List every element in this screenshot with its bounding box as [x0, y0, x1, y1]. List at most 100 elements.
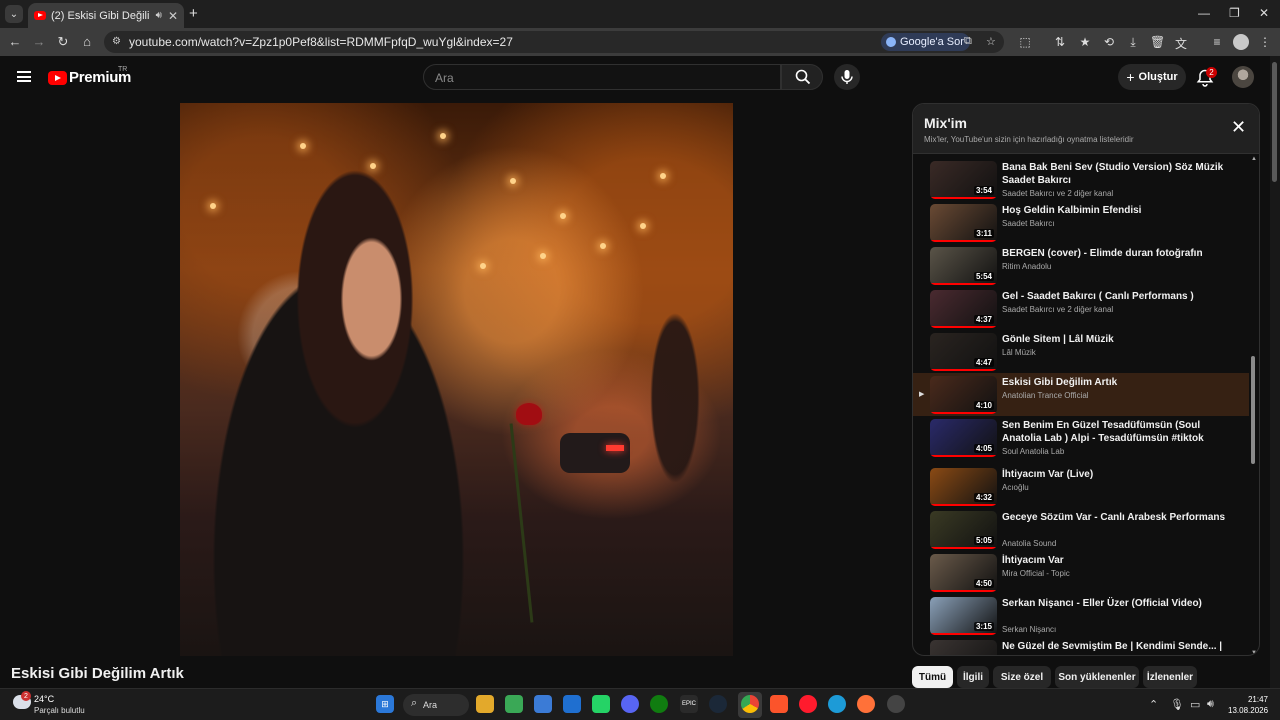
- playlist-item[interactable]: 4:50 İhtiyacım Var Mira Official - Topic: [913, 551, 1249, 594]
- video-thumbnail[interactable]: [930, 640, 997, 655]
- brave-icon[interactable]: [770, 695, 788, 713]
- close-playlist-icon[interactable]: ✕: [1231, 118, 1246, 136]
- playlist-item[interactable]: 4:32 İhtiyacım Var (Live) Acıoğlu: [913, 465, 1249, 508]
- file-explorer-icon[interactable]: [476, 695, 494, 713]
- playlist-title[interactable]: Mix'im: [924, 115, 967, 131]
- playlist-item[interactable]: 3:15 Serkan Nişancı - Eller Üzer (Officia…: [913, 594, 1249, 637]
- firefox-icon[interactable]: [857, 695, 875, 713]
- reload-icon[interactable]: ↻: [55, 34, 71, 50]
- playlist-item-title[interactable]: İhtiyacım Var: [1002, 554, 1227, 567]
- chrome-icon[interactable]: [741, 695, 759, 713]
- bookmark-star-icon[interactable]: ☆: [986, 35, 996, 48]
- store-icon[interactable]: [534, 695, 552, 713]
- video-thumbnail[interactable]: 4:10: [930, 376, 997, 414]
- reading-list-icon[interactable]: ≡: [1210, 35, 1224, 49]
- address-bar[interactable]: ⚙ youtube.com/watch?v=Zpz1p0Pef8&list=RD…: [104, 31, 1004, 53]
- create-button[interactable]: + Oluştur: [1118, 64, 1186, 90]
- video-thumbnail[interactable]: 4:32: [930, 468, 997, 506]
- maximize-icon[interactable]: ❐: [1229, 6, 1240, 20]
- extensions-icon[interactable]: ⬚: [1018, 35, 1032, 49]
- playlist-scrollbar[interactable]: ▲ ▼: [1249, 156, 1259, 655]
- window-close-icon[interactable]: ✕: [1259, 6, 1269, 20]
- filter-chip[interactable]: Son yüklenenler: [1055, 666, 1139, 688]
- translate-icon[interactable]: 文: [1174, 35, 1188, 52]
- history-icon[interactable]: ⟲: [1102, 35, 1116, 49]
- playlist-item[interactable]: 3:54 Bana Bak Beni Sev (Studio Version) S…: [913, 158, 1249, 201]
- scrollbar-thumb[interactable]: [1251, 356, 1255, 464]
- playlist-item[interactable]: ▶ 4:10 Eskisi Gibi Değilim Artık Anatolian …: [913, 373, 1249, 416]
- forward-icon[interactable]: →: [31, 34, 47, 49]
- page-scrollbar[interactable]: [1270, 56, 1280, 688]
- windows-start-icon[interactable]: ⊞: [376, 695, 394, 713]
- temperature[interactable]: 24°C: [34, 694, 54, 704]
- home-icon[interactable]: ⌂: [79, 34, 95, 49]
- playlist-item[interactable]: 4:37 Gel - Saadet Bakırcı ( Canlı Perform…: [913, 287, 1249, 330]
- filter-chip[interactable]: Size özel: [993, 666, 1051, 688]
- playlist-item-title[interactable]: Eskisi Gibi Değilim Artık: [1002, 376, 1227, 389]
- filter-chip[interactable]: İlgili: [957, 666, 989, 688]
- microphone-tray-icon[interactable]: 🎙︎: [1170, 698, 1184, 711]
- scroll-up-icon[interactable]: ▲: [1251, 156, 1257, 162]
- audio-playing-icon[interactable]: 🔊︎: [156, 10, 162, 21]
- cast-icon[interactable]: ⧉: [964, 35, 972, 48]
- filter-chip[interactable]: İzlenenler: [1143, 666, 1197, 688]
- playlist-item[interactable]: Ne Güzel de Sevmiştim Be | Kendimi Sende…: [913, 637, 1249, 655]
- video-thumbnail[interactable]: 3:11: [930, 204, 997, 242]
- playlist-item[interactable]: 5:54 BERGEN (cover) - Elimde duran fotoğr…: [913, 244, 1249, 287]
- split-view-icon[interactable]: ⇅: [1053, 35, 1067, 49]
- playlist-item-title[interactable]: Sen Benim En Güzel Tesadüfümsün (Soul An…: [1002, 419, 1227, 445]
- new-tab-icon[interactable]: +: [189, 5, 198, 22]
- video-thumbnail[interactable]: 4:47: [930, 333, 997, 371]
- playlist-item[interactable]: 4:05 Sen Benim En Güzel Tesadüfümsün (Sou…: [913, 416, 1249, 459]
- back-icon[interactable]: ←: [7, 34, 23, 49]
- show-hidden-icons-icon[interactable]: ⌃: [1149, 698, 1158, 711]
- filter-chip[interactable]: Tümü: [912, 666, 953, 688]
- playlist-item[interactable]: 3:11 Hoş Geldin Kalbimin Efendisi Saadet B…: [913, 201, 1249, 244]
- video-thumbnail[interactable]: 4:37: [930, 290, 997, 328]
- playlist-item-title[interactable]: Bana Bak Beni Sev (Studio Version) Söz M…: [1002, 161, 1227, 187]
- search-button[interactable]: [781, 64, 823, 90]
- youtube-premium-logo[interactable]: Premium TR: [48, 66, 131, 86]
- video-thumbnail[interactable]: 5:05: [930, 511, 997, 549]
- widgets-icon[interactable]: [505, 695, 523, 713]
- browser-menu-icon[interactable]: ⋮: [1258, 35, 1272, 49]
- xbox-icon[interactable]: [650, 695, 668, 713]
- site-info-icon[interactable]: ⚙: [112, 36, 121, 47]
- favorites-icon[interactable]: ★: [1078, 35, 1092, 49]
- video-thumbnail[interactable]: 3:54: [930, 161, 997, 199]
- minimize-icon[interactable]: —: [1198, 6, 1210, 20]
- playlist-item[interactable]: 5:05 Geceye Sözüm Var - Canlı Arabesk Per…: [913, 508, 1249, 551]
- tab-search-icon[interactable]: ⌄: [5, 5, 23, 23]
- steam-icon[interactable]: [709, 695, 727, 713]
- voice-search-button[interactable]: [834, 64, 860, 90]
- opera-icon[interactable]: [799, 695, 817, 713]
- volume-icon[interactable]: 🔊︎: [1207, 698, 1214, 711]
- playlist-item-title[interactable]: Serkan Nişancı - Eller Üzer (Official Vi…: [1002, 597, 1227, 610]
- playlist-item[interactable]: 4:47 Gönle Sitem | Lâl Müzik Lâl Müzik: [913, 330, 1249, 373]
- google-sor-button[interactable]: Google'a Sor: [881, 33, 970, 51]
- playlist-item-title[interactable]: Gönle Sitem | Lâl Müzik: [1002, 333, 1227, 346]
- video-thumbnail[interactable]: 5:54: [930, 247, 997, 285]
- discord-icon[interactable]: [621, 695, 639, 713]
- epic-games-icon[interactable]: EPIC: [680, 695, 698, 713]
- search-input[interactable]: Ara: [423, 64, 781, 90]
- outlook-icon[interactable]: [563, 695, 581, 713]
- taskbar-search[interactable]: Ara: [403, 694, 469, 716]
- video-player[interactable]: [180, 103, 733, 656]
- system-clock[interactable]: 21:47 13.08.2026: [1228, 694, 1268, 716]
- download-icon[interactable]: ⤓: [1126, 35, 1140, 50]
- video-thumbnail[interactable]: 3:15: [930, 597, 997, 635]
- scroll-down-icon[interactable]: ▼: [1251, 650, 1257, 655]
- playlist-item-title[interactable]: BERGEN (cover) - Elimde duran fotoğrafın: [1002, 247, 1227, 260]
- video-thumbnail[interactable]: 4:05: [930, 419, 997, 457]
- playlist-item-title[interactable]: Ne Güzel de Sevmiştim Be | Kendimi Sende…: [1002, 640, 1227, 653]
- edge-icon[interactable]: [828, 695, 846, 713]
- browser-tab[interactable]: (2) Eskisi Gibi Değilim Artık 🔊︎ ✕: [28, 3, 184, 28]
- browser-profile-avatar[interactable]: [1233, 34, 1249, 50]
- hamburger-menu-icon[interactable]: [17, 71, 31, 82]
- network-icon[interactable]: ▭: [1190, 698, 1200, 711]
- url-text[interactable]: youtube.com/watch?v=Zpz1p0Pef8&list=RDMM…: [129, 35, 513, 49]
- playlist-item-title[interactable]: Geceye Sözüm Var - Canlı Arabesk Perform…: [1002, 511, 1227, 524]
- settings-icon[interactable]: [887, 695, 905, 713]
- playlist-item-title[interactable]: İhtiyacım Var (Live): [1002, 468, 1227, 481]
